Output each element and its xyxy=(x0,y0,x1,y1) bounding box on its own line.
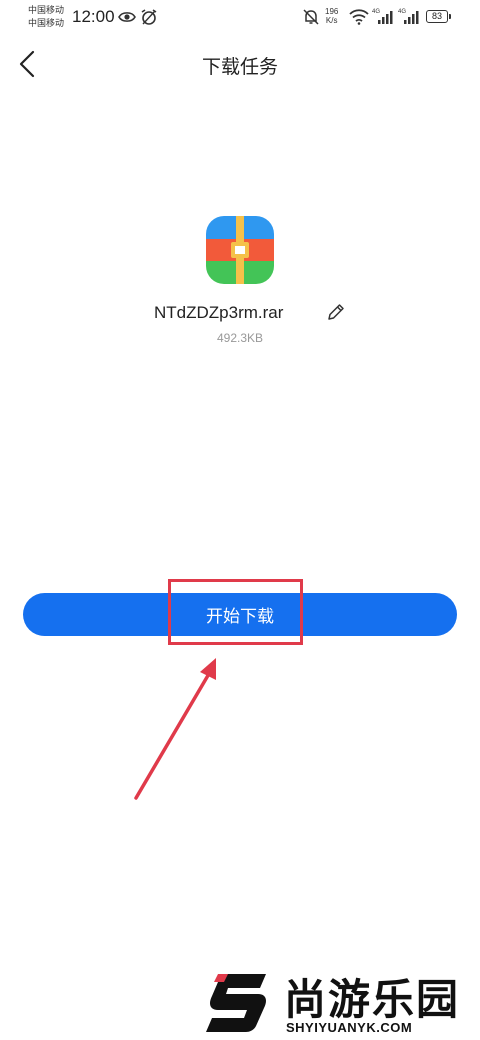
speed-unit: K/s xyxy=(325,16,338,25)
status-bar: 中国移动 中国移动 12:00 196 K/s 4G 4G 83 xyxy=(0,0,480,36)
network-type-2: 4G xyxy=(398,9,406,15)
speed-value: 196 xyxy=(325,7,339,16)
brand-logo xyxy=(204,968,274,1040)
watermark-title: 尚游乐园 xyxy=(284,975,461,1024)
network-type-1: 4G xyxy=(372,9,380,15)
file-size: 492.3KB xyxy=(216,331,264,345)
highlight-box xyxy=(168,579,303,645)
file-name: NTdZDZp3rm.rar xyxy=(154,303,284,322)
watermark-subtitle: SHYIYUANYK.COM xyxy=(286,1020,413,1035)
pencil-icon xyxy=(326,304,346,326)
network-speed: 196 K/s xyxy=(325,7,338,25)
page-title: 下载任务 xyxy=(201,57,278,78)
status-time: 12:00 xyxy=(72,7,115,26)
signal-icon-2: 4G xyxy=(398,7,420,30)
watermark: 尚游乐园 SHYIYUANYK.COM xyxy=(200,962,480,1040)
signal-icon: 4G xyxy=(372,7,394,30)
mute-bell-icon xyxy=(302,8,320,31)
carrier-1: 中国移动 xyxy=(28,5,65,15)
archive-icon xyxy=(206,216,274,284)
carrier-info: 中国移动 中国移动 xyxy=(28,4,64,30)
rename-button[interactable] xyxy=(326,302,346,322)
eye-icon xyxy=(118,8,136,31)
wifi-icon xyxy=(349,9,369,30)
arrow-annotation xyxy=(120,650,230,815)
battery-indicator: 83 xyxy=(426,10,451,23)
alarm-off-icon xyxy=(140,8,158,31)
carrier-2: 中国移动 xyxy=(28,18,65,28)
